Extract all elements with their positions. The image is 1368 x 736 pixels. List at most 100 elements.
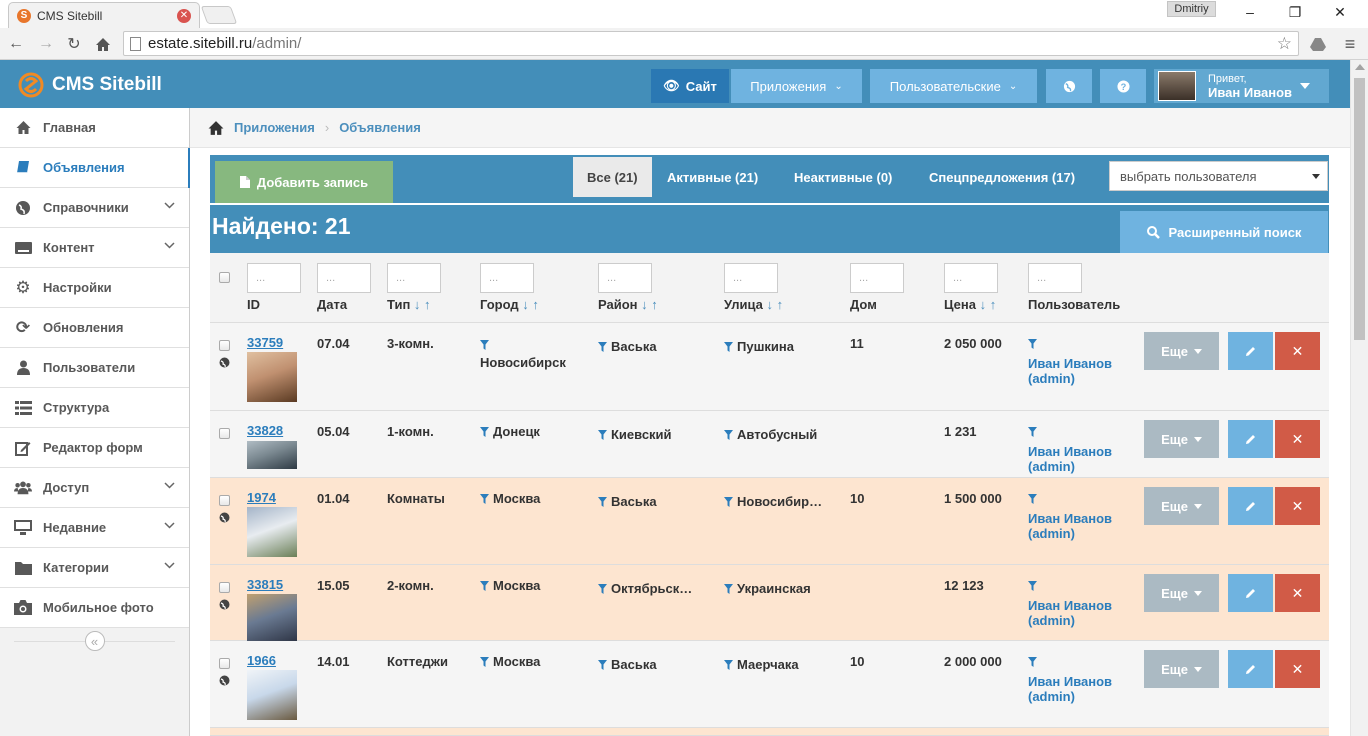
table-row[interactable]	[210, 728, 1329, 736]
row-checkbox[interactable]	[219, 582, 230, 593]
row-id-link[interactable]: 33828	[247, 423, 283, 438]
site-button[interactable]: 👁︎ Сайт	[651, 69, 729, 103]
column-header-street[interactable]: Улица ↓ ↑	[724, 297, 783, 312]
filter-icon[interactable]	[724, 342, 733, 352]
forward-icon[interactable]: →	[36, 34, 56, 54]
custom-menu-button[interactable]: Пользовательские ⌄	[870, 69, 1037, 103]
row-checkbox[interactable]	[219, 428, 230, 439]
apps-menu-button[interactable]: Приложения ⌄	[731, 69, 862, 103]
filter-type-input[interactable]: ...	[387, 263, 441, 293]
sidebar-item-users[interactable]: Пользователи	[0, 348, 189, 388]
filter-city-input[interactable]: ...	[480, 263, 534, 293]
column-header-city[interactable]: Город ↓ ↑	[480, 297, 539, 312]
profile-badge[interactable]: Dmitriy	[1167, 1, 1216, 17]
edit-button[interactable]	[1228, 420, 1273, 458]
row-user-name[interactable]: Иван Иванов	[1028, 356, 1112, 371]
scroll-thumb[interactable]	[1354, 78, 1365, 340]
row-user-login[interactable]: (admin)	[1028, 371, 1112, 386]
row-user-name[interactable]: Иван Иванов	[1028, 674, 1112, 689]
filter-icon[interactable]	[480, 657, 489, 667]
breadcrumb-link-listings[interactable]: Объявления	[339, 120, 421, 135]
more-actions-button[interactable]: Еще	[1144, 420, 1219, 458]
tab-inactive[interactable]: Неактивные (0)	[780, 157, 906, 197]
sidebar-item-form-editor[interactable]: Редактор форм	[0, 428, 189, 468]
delete-button[interactable]: ✕	[1275, 574, 1320, 612]
url-bar[interactable]: estate.sitebill.ru/admin/ ☆	[123, 31, 1299, 56]
new-tab-button[interactable]	[200, 6, 238, 24]
filter-icon[interactable]	[480, 581, 489, 591]
column-header-date[interactable]: Дата	[317, 297, 347, 312]
table-row[interactable]: 33828 05.04 1-комн. Донецк Киевский Автобусны…	[210, 411, 1329, 478]
sort-arrows-icon[interactable]: ↓ ↑	[522, 297, 539, 312]
user-filter-select[interactable]: выбрать пользователя	[1109, 161, 1328, 191]
sort-arrows-icon[interactable]: ↓ ↑	[767, 297, 784, 312]
listing-thumbnail[interactable]	[247, 507, 297, 557]
sidebar-item-mobile-photo[interactable]: Мобильное фото	[0, 588, 189, 628]
row-id-link[interactable]: 1966	[247, 653, 276, 668]
table-row[interactable]: 1974 01.04 Комнаты Москва Васька Новосибир… 10…	[210, 478, 1329, 565]
sort-arrows-icon[interactable]: ↓ ↑	[641, 297, 658, 312]
filter-icon[interactable]	[1028, 494, 1037, 504]
filter-id-input[interactable]: ...	[247, 263, 301, 293]
filter-district-input[interactable]: ...	[598, 263, 652, 293]
filter-icon[interactable]	[724, 660, 733, 670]
row-id-link[interactable]: 33815	[247, 577, 283, 592]
browser-tab[interactable]: S CMS Sitebill ✕	[8, 2, 200, 28]
more-actions-button[interactable]: Еще	[1144, 332, 1219, 370]
tab-active[interactable]: Активные (21)	[653, 157, 772, 197]
reload-icon[interactable]: ↻	[64, 34, 84, 54]
filter-icon[interactable]	[598, 430, 607, 440]
sidebar-item-content[interactable]: Контент	[0, 228, 189, 268]
sidebar-item-directories[interactable]: Справочники	[0, 188, 189, 228]
column-header-district[interactable]: Район ↓ ↑	[598, 297, 658, 312]
sidebar-item-home[interactable]: Главная	[0, 108, 189, 148]
row-user-login[interactable]: (admin)	[1028, 613, 1112, 628]
filter-icon[interactable]	[598, 660, 607, 670]
row-id-link[interactable]: 33759	[247, 335, 283, 350]
extension-icon[interactable]	[1308, 34, 1328, 54]
double-chevron-left-icon[interactable]: «	[84, 631, 105, 651]
listing-thumbnail[interactable]	[247, 441, 297, 469]
filter-icon[interactable]	[724, 497, 733, 507]
table-row[interactable]: 1966 14.01 Коттеджи Москва Васька Маерчака 10 2…	[210, 641, 1329, 728]
filter-icon[interactable]	[1028, 427, 1037, 437]
listing-thumbnail[interactable]	[247, 352, 297, 402]
delete-button[interactable]: ✕	[1275, 487, 1320, 525]
listing-thumbnail[interactable]	[247, 670, 297, 720]
sidebar-item-updates[interactable]: ⟳ Обновления	[0, 308, 189, 348]
more-actions-button[interactable]: Еще	[1144, 574, 1219, 612]
sidebar-item-structure[interactable]: Структура	[0, 388, 189, 428]
edit-button[interactable]	[1228, 574, 1273, 612]
filter-date-input[interactable]: ...	[317, 263, 371, 293]
column-header-price[interactable]: Цена ↓ ↑	[944, 297, 996, 312]
delete-button[interactable]: ✕	[1275, 420, 1320, 458]
brand[interactable]: CMS Sitebill	[18, 72, 162, 98]
help-button[interactable]: ?	[1100, 69, 1146, 103]
back-icon[interactable]: ←	[6, 34, 26, 54]
tab-special-offers[interactable]: Спецпредложения (17)	[915, 157, 1089, 197]
browser-menu-icon[interactable]: ≡	[1340, 34, 1360, 54]
row-user-login[interactable]: (admin)	[1028, 689, 1112, 704]
user-menu-button[interactable]: Привет, Иван Иванов	[1154, 69, 1329, 103]
delete-button[interactable]: ✕	[1275, 332, 1320, 370]
language-button[interactable]	[1046, 69, 1092, 103]
table-row[interactable]: 33759 07.04 3-комн. Новосибирск Васька Пушкин…	[210, 323, 1329, 411]
column-header-id[interactable]: ID	[247, 297, 260, 312]
edit-button[interactable]	[1228, 487, 1273, 525]
close-tab-icon[interactable]: ✕	[177, 8, 191, 23]
filter-icon[interactable]	[1028, 339, 1037, 349]
column-header-type[interactable]: Тип ↓ ↑	[387, 297, 431, 312]
filter-icon[interactable]	[598, 342, 607, 352]
filter-icon[interactable]	[598, 584, 607, 594]
filter-icon[interactable]	[480, 494, 489, 504]
row-user-name[interactable]: Иван Иванов	[1028, 598, 1112, 613]
row-checkbox[interactable]	[219, 658, 230, 669]
filter-icon[interactable]	[724, 430, 733, 440]
row-checkbox[interactable]	[219, 340, 230, 351]
window-close-icon[interactable]: ✕	[1330, 4, 1350, 21]
home-icon[interactable]	[207, 120, 225, 136]
listing-thumbnail[interactable]	[247, 594, 297, 644]
row-user-name[interactable]: Иван Иванов	[1028, 444, 1112, 459]
filter-icon[interactable]	[1028, 657, 1037, 667]
scroll-up-icon[interactable]	[1355, 64, 1365, 70]
